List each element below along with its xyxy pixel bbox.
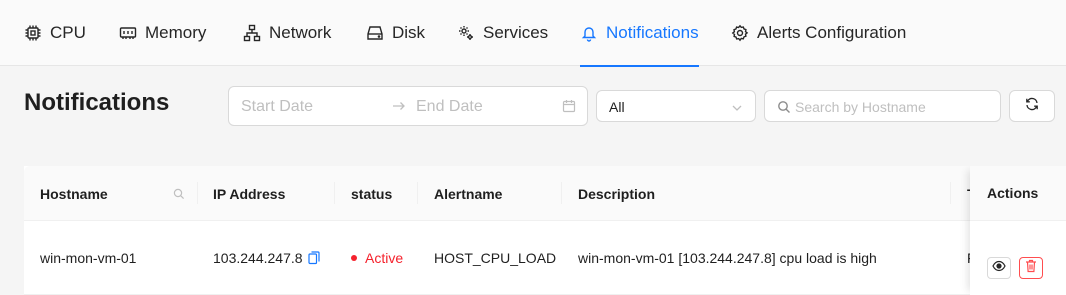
actions-header-label: Actions <box>987 185 1039 201</box>
disk-icon <box>366 24 384 42</box>
tab-services[interactable]: Services <box>457 0 548 66</box>
column-separator <box>561 182 562 204</box>
tab-label: Disk <box>392 23 426 42</box>
column-separator <box>334 182 335 204</box>
column-separator <box>197 182 198 204</box>
chevron-down-icon <box>731 101 743 113</box>
actions-column: Actions <box>970 166 1066 295</box>
cell-hostname: win-mon-vm-01 <box>40 250 137 266</box>
tab-notifications[interactable]: Notifications <box>580 0 699 67</box>
hostname-search-input[interactable] <box>795 97 995 117</box>
view-button[interactable] <box>987 257 1011 279</box>
arrow-right-icon <box>391 98 407 114</box>
table-header: Hostname IP Address status Alertname Des… <box>24 166 1066 221</box>
network-icon <box>243 24 261 42</box>
date-range-picker[interactable]: Start Date End Date <box>228 86 588 126</box>
cell-description: win-mon-vm-01 [103.244.247.8] cpu load i… <box>578 250 877 266</box>
column-header-hostname[interactable]: Hostname <box>40 166 108 221</box>
tab-disk[interactable]: Disk <box>366 0 425 66</box>
cpu-icon <box>24 24 42 42</box>
tab-network[interactable]: Network <box>243 0 331 66</box>
page-title: Notifications <box>24 89 170 116</box>
tab-bar: CPU Memory Network Disk Services Notific… <box>0 0 1066 67</box>
status-filter-value: All <box>609 99 625 115</box>
ip-address-text: 103.244.247.8 <box>213 250 303 266</box>
calendar-icon <box>562 99 576 113</box>
column-header-ip-address[interactable]: IP Address <box>213 166 285 221</box>
status-dot <box>351 255 357 261</box>
tab-memory[interactable]: Memory <box>119 0 206 66</box>
copy-icon[interactable] <box>307 251 320 265</box>
refresh-button[interactable] <box>1009 90 1055 122</box>
tab-label: Notifications <box>606 23 699 42</box>
refresh-icon <box>1025 97 1039 116</box>
column-header-description[interactable]: Description <box>578 166 655 221</box>
cell-ip-address: 103.244.247.8 <box>213 221 320 295</box>
status-text: Active <box>365 250 404 266</box>
tab-label: Services <box>483 23 549 42</box>
tab-label: Network <box>269 23 332 42</box>
column-separator <box>417 182 418 204</box>
search-icon <box>777 100 791 114</box>
tab-label: CPU <box>50 23 86 42</box>
cell-status: Active <box>351 221 403 295</box>
trash-icon <box>1025 259 1037 278</box>
end-date-input[interactable]: End Date <box>416 98 483 116</box>
delete-button[interactable] <box>1019 257 1043 279</box>
status-filter-select[interactable]: All <box>596 90 756 122</box>
column-header-status[interactable]: status <box>351 166 392 221</box>
eye-icon <box>992 259 1006 277</box>
hostname-search-box[interactable] <box>764 90 1001 122</box>
gear-icon <box>731 24 749 42</box>
tab-cpu[interactable]: CPU <box>24 0 86 66</box>
tab-alerts-configuration[interactable]: Alerts Configuration <box>731 0 906 66</box>
bell-icon <box>580 24 598 42</box>
notifications-table: Hostname IP Address status Alertname Des… <box>24 166 1066 295</box>
tab-label: Memory <box>145 23 207 42</box>
column-separator <box>950 182 951 204</box>
column-header-alertname[interactable]: Alertname <box>434 166 502 221</box>
start-date-input[interactable]: Start Date <box>241 98 313 116</box>
services-icon <box>457 24 475 42</box>
tab-label: Alerts Configuration <box>757 23 907 42</box>
column-search-icon[interactable] <box>173 187 185 205</box>
column-header-actions: Actions <box>970 166 1066 221</box>
cell-alertname: HOST_CPU_LOAD <box>434 250 557 266</box>
memory-icon <box>119 24 137 42</box>
